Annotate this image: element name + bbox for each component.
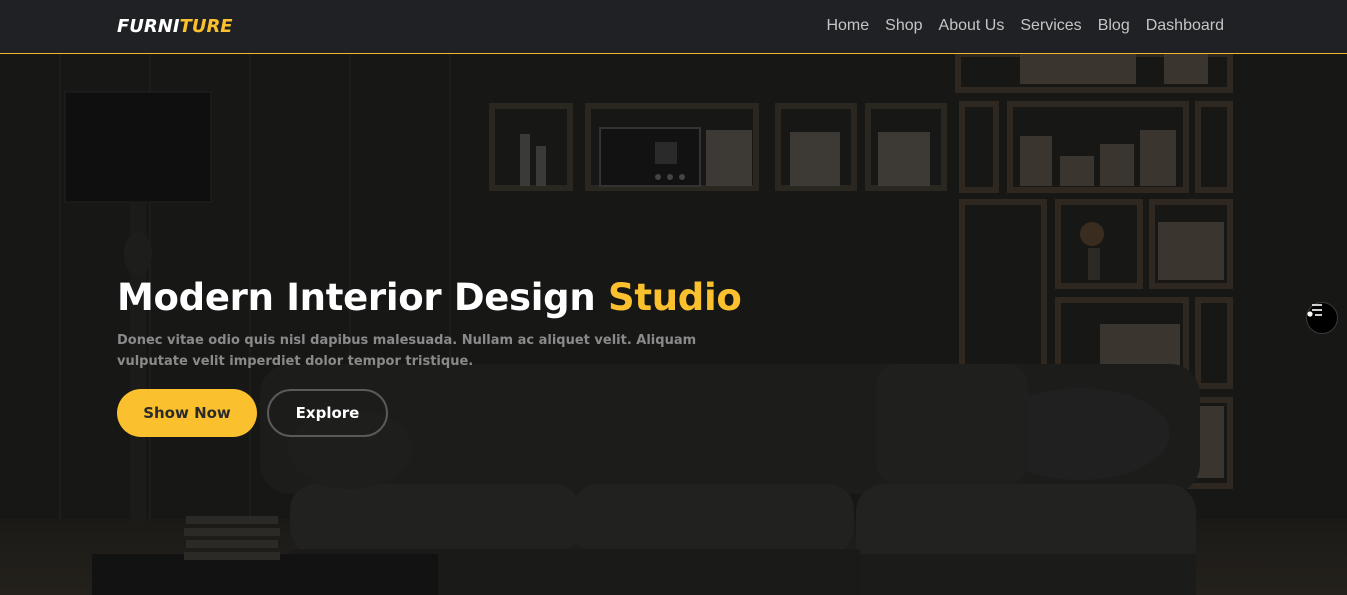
nav-link-services[interactable]: Services xyxy=(1020,17,1081,35)
floating-menu-button[interactable] xyxy=(1306,302,1338,334)
explore-button[interactable]: Explore xyxy=(267,389,388,437)
show-now-button[interactable]: Show Now xyxy=(117,389,257,437)
brand-logo-part1: FURNI xyxy=(117,16,180,37)
hero-description: Donec vitae odio quis nisl dapibus males… xyxy=(117,333,697,369)
nav-link-about-us[interactable]: About Us xyxy=(939,17,1005,35)
menu-list-icon xyxy=(1307,304,1322,317)
nav-link-shop[interactable]: Shop xyxy=(885,17,922,35)
nav-link-blog[interactable]: Blog xyxy=(1098,17,1130,35)
main-menu: Home Shop About Us Services Blog Dashboa… xyxy=(826,17,1224,35)
top-navbar: FURNITURE Home Shop About Us Services Bl… xyxy=(0,0,1347,54)
brand-logo[interactable]: FURNITURE xyxy=(117,16,233,37)
brand-logo-part2: TURE xyxy=(179,16,233,37)
nav-link-dashboard[interactable]: Dashboard xyxy=(1146,17,1224,35)
nav-link-home[interactable]: Home xyxy=(826,17,869,35)
hero-title-accent: Studio xyxy=(607,276,742,319)
hero-title: Modern Interior Design Studio xyxy=(117,276,742,319)
hero-background-image xyxy=(0,54,1347,595)
hero-title-main: Modern Interior Design xyxy=(117,276,608,319)
hero-section: Modern Interior Design Studio Donec vita… xyxy=(0,54,1347,595)
